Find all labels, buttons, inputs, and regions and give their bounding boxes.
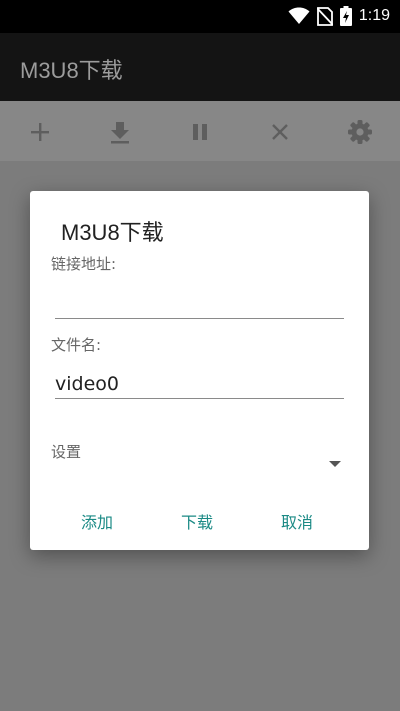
dialog-title: M3U8下载 bbox=[61, 220, 164, 245]
no-sim-icon bbox=[316, 6, 333, 26]
url-label: 链接地址: bbox=[51, 255, 117, 273]
pause-button[interactable] bbox=[185, 117, 215, 147]
add-button[interactable] bbox=[25, 117, 55, 147]
settings-dropdown[interactable] bbox=[51, 449, 341, 479]
cancel-button[interactable]: 取消 bbox=[281, 509, 313, 533]
status-time: 1:19 bbox=[358, 7, 390, 24]
app-title: M3U8下载 bbox=[20, 58, 123, 83]
toolbar bbox=[0, 101, 400, 161]
download-icon bbox=[111, 122, 129, 144]
dropdown-arrow-icon bbox=[329, 461, 341, 467]
filename-label: 文件名: bbox=[51, 336, 102, 354]
filename-input[interactable] bbox=[55, 369, 344, 399]
close-icon bbox=[272, 124, 288, 140]
download-button[interactable] bbox=[105, 117, 135, 147]
wifi-icon bbox=[288, 7, 310, 24]
download-dialog: M3U8下载 链接地址: 文件名: 设置 添加 下载 取消 bbox=[30, 191, 369, 550]
close-button[interactable] bbox=[265, 117, 295, 147]
add-icon bbox=[31, 123, 49, 141]
settings-icon bbox=[348, 120, 372, 144]
pause-icon bbox=[193, 124, 207, 140]
download-button-dialog[interactable]: 下载 bbox=[181, 509, 213, 533]
url-input[interactable] bbox=[55, 289, 344, 319]
settings-button[interactable] bbox=[345, 117, 375, 147]
app-bar: M3U8下载 bbox=[0, 33, 400, 101]
status-icons: 1:19 bbox=[288, 6, 390, 26]
add-button-dialog[interactable]: 添加 bbox=[81, 509, 113, 533]
status-bar: 1:19 bbox=[0, 0, 400, 33]
battery-charging-icon bbox=[339, 6, 352, 26]
